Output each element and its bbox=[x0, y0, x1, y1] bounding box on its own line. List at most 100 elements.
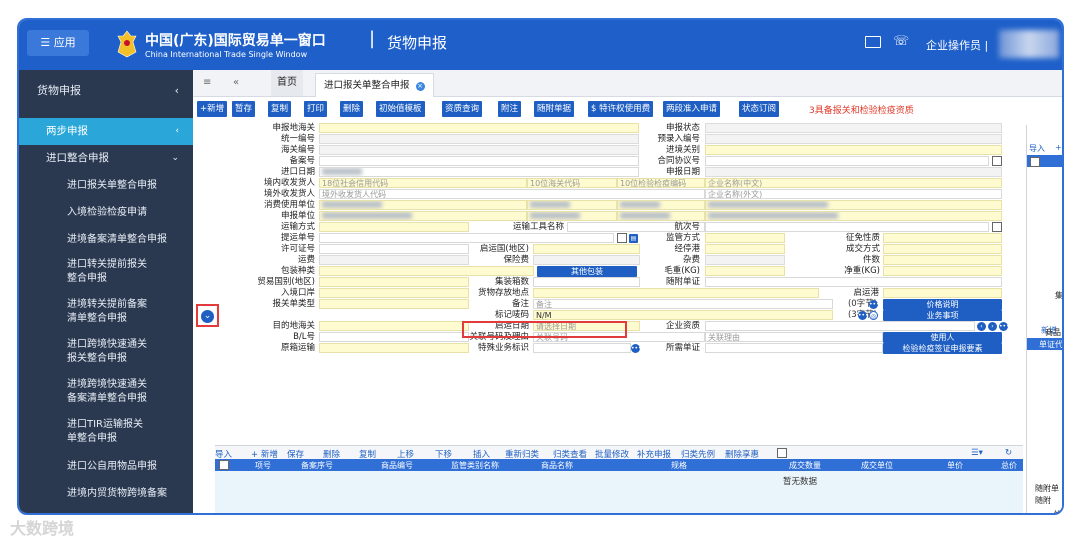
sidebar-subitem[interactable]: 进口转关提前报关整合申报 bbox=[19, 253, 149, 293]
declarant-ciq-input[interactable] bbox=[617, 211, 705, 221]
user-button[interactable]: 使用人 bbox=[883, 332, 1002, 343]
print-button[interactable]: 打印 bbox=[304, 101, 328, 117]
sidebar-subitem[interactable]: 入境检验检疫申请 bbox=[19, 199, 193, 226]
pieces-input[interactable] bbox=[883, 255, 1002, 265]
transit-port-input[interactable] bbox=[705, 244, 785, 254]
select-all-checkbox[interactable] bbox=[219, 460, 229, 470]
settings-icon[interactable]: ◎ bbox=[869, 311, 878, 320]
attached-docs-field[interactable] bbox=[705, 277, 1002, 287]
sidebar-subitem[interactable]: 进境备案清单整合申报 bbox=[19, 226, 193, 253]
col-supervision-category[interactable]: 监管类别名称 bbox=[451, 460, 499, 471]
user-menu[interactable]: 企业操作员 | bbox=[926, 37, 988, 53]
departure-port-input[interactable] bbox=[883, 288, 1002, 298]
related-reason-input[interactable]: 关联理由 bbox=[705, 332, 883, 342]
col-deal-unit[interactable]: 成交单位 bbox=[861, 460, 893, 471]
more-icon[interactable]: ••• bbox=[869, 300, 880, 309]
more-icon[interactable]: ••• bbox=[631, 344, 642, 353]
sidebar-subitem[interactable]: 进境转关提前备案清单整合申报 bbox=[19, 293, 149, 333]
other-package-button[interactable]: 其他包装 bbox=[537, 266, 637, 277]
ciq-elements-button[interactable]: 检验检疫签证申报要素 bbox=[883, 343, 1002, 354]
save-draft-button[interactable]: 暂存 bbox=[232, 101, 256, 117]
entry-port2-input[interactable] bbox=[319, 288, 469, 298]
overseas-consignee-input[interactable]: 境外收发货人代码 bbox=[319, 189, 705, 199]
consumer-ciq-input[interactable] bbox=[617, 200, 705, 210]
bill-checkbox[interactable] bbox=[617, 233, 627, 243]
document-icon[interactable]: ▤ bbox=[629, 234, 638, 243]
add-button[interactable]: +新增 bbox=[197, 101, 228, 117]
misc-fee-input[interactable] bbox=[705, 255, 785, 265]
royalty-button[interactable]: $ 特许权使用费 bbox=[588, 101, 654, 117]
more-icon[interactable]: ••• bbox=[858, 311, 869, 320]
qualification-query-button[interactable]: 资质查询 bbox=[442, 101, 483, 117]
sidebar-subitem[interactable]: 进境内贸货物跨境备案 bbox=[19, 480, 193, 507]
sidebar-subitem[interactable]: 进口报关单整合申报 bbox=[19, 172, 193, 199]
voyage-no-input[interactable] bbox=[705, 222, 989, 232]
sidebar-subitem[interactable]: 进口跨境快速通关报关整合申报 bbox=[19, 333, 149, 373]
original-transport-input[interactable] bbox=[319, 343, 469, 353]
contract-checkbox[interactable] bbox=[992, 156, 1002, 166]
credit-code-input[interactable]: 18位社会信用代码 bbox=[319, 178, 527, 188]
tab-home[interactable]: 首页 bbox=[271, 70, 303, 96]
col-unit-price[interactable]: 单价 bbox=[947, 460, 963, 471]
license-no-input[interactable] bbox=[319, 244, 469, 254]
transport-mode-input[interactable] bbox=[319, 222, 469, 232]
required-docs-field[interactable] bbox=[705, 343, 883, 353]
col-deal-qty[interactable]: 成交数量 bbox=[789, 460, 821, 471]
col-item-no[interactable]: 项号 bbox=[255, 460, 271, 471]
double-chevron-left-icon[interactable]: « bbox=[233, 77, 239, 88]
copy-button[interactable]: 复制 bbox=[268, 101, 292, 117]
contract-no-input[interactable] bbox=[705, 156, 989, 166]
col-commodity-code[interactable]: 商品编号 bbox=[381, 460, 413, 471]
supervision-mode-input[interactable] bbox=[705, 233, 785, 243]
special-business-input[interactable] bbox=[533, 343, 631, 353]
menu-icon[interactable]: ≡ bbox=[203, 77, 211, 88]
voyage-checkbox[interactable] bbox=[992, 222, 1002, 232]
refresh-icon[interactable]: ↻ bbox=[1005, 448, 1012, 458]
attached-docs-button[interactable]: 随附单据 bbox=[534, 101, 575, 117]
delete-button[interactable]: 删除 bbox=[340, 101, 364, 117]
support-icon[interactable]: ☏ bbox=[893, 34, 909, 49]
sidebar-title[interactable]: 货物申报 ‹ bbox=[19, 70, 193, 118]
entry-port-input[interactable] bbox=[705, 145, 1002, 155]
price-desc-button[interactable]: 价格说明 bbox=[883, 299, 1002, 310]
insurance-input[interactable] bbox=[533, 255, 640, 265]
subscribe-button[interactable]: 状态订阅 bbox=[739, 101, 780, 117]
customs-port-input[interactable] bbox=[319, 123, 639, 133]
bl-no-input[interactable] bbox=[319, 332, 469, 342]
container-count-input[interactable] bbox=[533, 277, 640, 287]
import-date-input[interactable] bbox=[319, 167, 639, 177]
gross-weight-input[interactable] bbox=[705, 266, 785, 276]
business-items-button[interactable]: 业务事项 bbox=[883, 310, 1002, 321]
app-menu-button[interactable]: ☰ 应用 bbox=[27, 30, 89, 56]
sidebar-item-two-step[interactable]: 两步申报 ‹ bbox=[19, 118, 193, 145]
tab-current[interactable]: 进口报关单整合申报 × bbox=[315, 73, 434, 97]
consumer-customs-input[interactable] bbox=[527, 200, 617, 210]
company-cn-input[interactable]: 企业名称(中文) bbox=[705, 178, 1002, 188]
consumer-name-input[interactable] bbox=[705, 200, 1002, 210]
customs-code-input[interactable]: 10位海关代码 bbox=[527, 178, 617, 188]
declarant-code-input[interactable] bbox=[319, 211, 527, 221]
mail-icon[interactable] bbox=[865, 36, 881, 48]
sidebar-subitem[interactable]: 进口公自用物品申报 bbox=[19, 453, 193, 480]
template-button[interactable]: 初始值模板 bbox=[376, 101, 425, 117]
company-en-input[interactable]: 企业名称(外文) bbox=[705, 189, 1002, 199]
declaration-type-input[interactable] bbox=[319, 299, 469, 309]
net-weight-input[interactable] bbox=[883, 266, 1002, 276]
col-commodity-name[interactable]: 商品名称 bbox=[541, 460, 573, 471]
enterprise-qualification-field[interactable] bbox=[705, 321, 975, 331]
levy-nature-input[interactable] bbox=[883, 233, 1002, 243]
sidebar-item-import-integrated[interactable]: 进口整合申报 ⌄ bbox=[19, 145, 193, 172]
ciq-code-input[interactable]: 10位检验检疫编码 bbox=[617, 178, 705, 188]
package-type-input[interactable] bbox=[319, 266, 534, 276]
rp-import-button[interactable]: 导入 bbox=[1029, 143, 1045, 154]
goods-location-input[interactable] bbox=[533, 288, 819, 298]
declarant-customs-input[interactable] bbox=[527, 211, 617, 221]
chevron-right-icon[interactable]: › bbox=[988, 322, 997, 331]
marks-input[interactable]: N/M bbox=[533, 310, 833, 320]
rp-add-icon[interactable]: + bbox=[1055, 143, 1062, 152]
col-spec[interactable]: 规格 bbox=[671, 460, 687, 471]
chevron-left-icon[interactable]: ‹ bbox=[977, 322, 986, 331]
remarks-input[interactable]: 备注 bbox=[533, 299, 833, 309]
bill-no-input[interactable] bbox=[319, 233, 614, 243]
note-button[interactable]: 附注 bbox=[498, 101, 522, 117]
